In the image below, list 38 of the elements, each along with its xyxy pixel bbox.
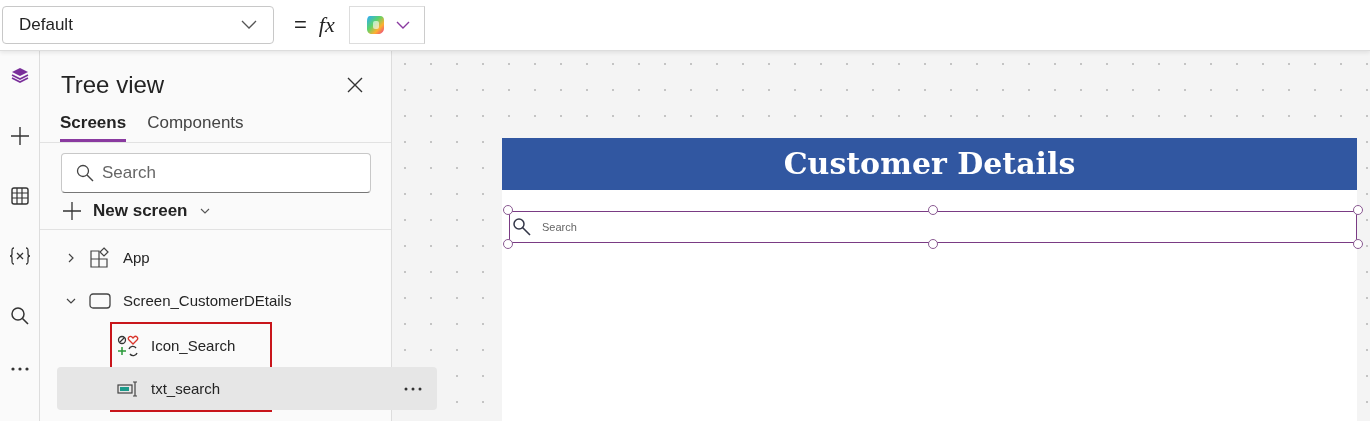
panel-title: Tree view (61, 71, 165, 99)
layers-icon[interactable] (9, 66, 30, 86)
screen-icon (89, 291, 111, 310)
tab[interactable]: Components (147, 113, 244, 142)
app-icon (89, 246, 111, 269)
close-icon[interactable] (347, 77, 363, 93)
tree-item[interactable]: Screen_CustomerDEtails (40, 279, 391, 322)
more-icon[interactable] (404, 386, 422, 391)
resize-handle[interactable] (1353, 239, 1363, 249)
chevron-down-icon (199, 208, 210, 214)
tab[interactable]: Screens (60, 113, 127, 142)
plus-icon[interactable] (9, 126, 30, 146)
resize-handle[interactable] (503, 239, 513, 249)
search-icon (76, 164, 94, 182)
search-input[interactable]: Search (509, 211, 1357, 243)
resize-handle[interactable] (928, 205, 938, 215)
chevron-down-icon (241, 20, 257, 30)
header-label: Customer Details (502, 138, 1357, 190)
search-field[interactable]: Search (61, 153, 371, 193)
equals-sign: = (294, 12, 307, 38)
resize-handle[interactable] (1353, 205, 1363, 215)
property-dropdown[interactable]: Default (2, 6, 274, 44)
more-icon[interactable] (9, 366, 30, 372)
tree-item[interactable]: Icon_Search (112, 324, 270, 367)
search-icon[interactable] (9, 306, 30, 326)
table-icon[interactable] (9, 186, 30, 206)
tree-item[interactable]: txt_search (57, 367, 437, 410)
variables-icon[interactable] (8, 246, 31, 266)
icons-control-icon (117, 334, 139, 357)
plus-icon (63, 202, 81, 220)
fx-label: fx (318, 12, 335, 38)
resize-handle[interactable] (503, 205, 513, 215)
new-screen-button[interactable]: New screen (40, 193, 391, 229)
chevron-down-icon (395, 20, 410, 30)
search-icon (512, 217, 532, 237)
text-input-icon (117, 379, 139, 398)
resize-handle[interactable] (928, 239, 938, 249)
tree-item[interactable]: App (40, 236, 391, 279)
